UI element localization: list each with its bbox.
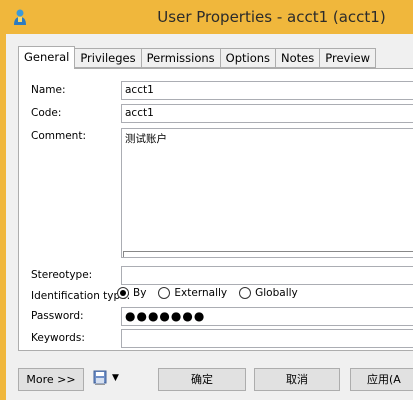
code-label: Code: <box>31 107 62 119</box>
radio-by[interactable]: By <box>117 287 146 299</box>
tab-general[interactable]: General <box>18 46 76 69</box>
stereotype-combo[interactable] <box>121 266 413 285</box>
name-input[interactable]: acct1 <box>121 81 413 100</box>
dialog-client: General Privileges Permissions Options N… <box>6 34 413 400</box>
ok-button[interactable]: 确定 <box>158 368 246 391</box>
keywords-label: Keywords: <box>31 332 85 344</box>
save-dropdown-icon[interactable] <box>92 370 108 386</box>
save-split-button[interactable]: ▼ <box>92 370 119 386</box>
cancel-button[interactable]: 取消 <box>254 368 340 391</box>
radio-by-indicator[interactable] <box>117 287 129 299</box>
window-title: User Properties - acct1 (acct1) <box>157 8 386 26</box>
dropdown-arrow-icon[interactable]: ▼ <box>112 373 119 383</box>
comment-textarea[interactable]: 测试账户 <box>121 128 413 258</box>
stereotype-label: Stereotype: <box>31 269 93 281</box>
identification-type-label: Identification type: <box>31 290 131 302</box>
radio-externally-indicator[interactable] <box>158 287 171 299</box>
radio-externally-label: Externally <box>174 287 228 299</box>
tab-notes[interactable]: Notes <box>276 48 321 68</box>
tab-strip: General Privileges Permissions Options N… <box>18 46 377 69</box>
general-panel: Name: acct1 Code: acct1 Comment: 测试账户 St… <box>18 68 413 351</box>
radio-externally[interactable]: Externally <box>158 287 227 299</box>
tab-preview[interactable]: Preview <box>320 48 377 68</box>
name-label: Name: <box>31 84 66 96</box>
keywords-input[interactable] <box>121 329 413 348</box>
more-button[interactable]: More >> <box>18 368 84 391</box>
tab-permissions[interactable]: Permissions <box>141 48 221 68</box>
comment-text: 测试账户 <box>125 133 167 145</box>
apply-button[interactable]: 应用(A <box>350 368 413 391</box>
password-input[interactable]: ●●●●●●● <box>121 307 413 326</box>
radio-globally-indicator[interactable] <box>239 287 252 299</box>
tab-privileges[interactable]: Privileges <box>75 48 142 68</box>
identification-type-group: By Externally Globally <box>117 287 310 299</box>
code-input[interactable]: acct1 <box>121 104 413 123</box>
radio-by-label: By <box>133 287 147 299</box>
radio-globally-label: Globally <box>255 287 298 299</box>
comment-resize-edge <box>123 251 413 257</box>
comment-label: Comment: <box>31 130 86 142</box>
tab-options[interactable]: Options <box>220 48 277 68</box>
radio-globally[interactable]: Globally <box>239 287 298 299</box>
title-bar[interactable]: User Properties - acct1 (acct1) <box>0 0 413 34</box>
password-label: Password: <box>31 310 84 322</box>
